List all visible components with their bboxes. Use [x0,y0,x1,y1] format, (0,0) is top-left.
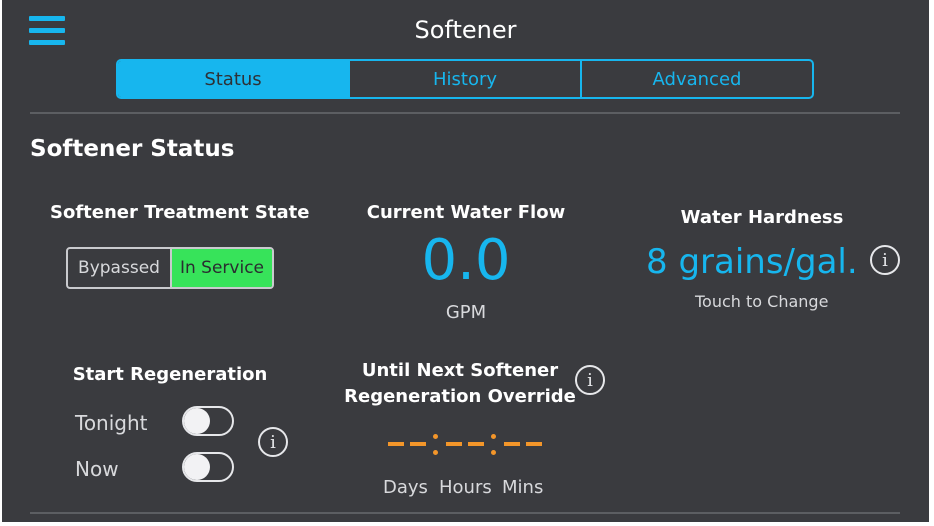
countdown-colon-dot [433,434,438,439]
countdown-dash [504,442,520,446]
info-icon[interactable]: i [258,427,288,457]
water-hardness-label: Water Hardness [680,207,844,228]
override-label-line1: Until Next Softener [361,360,559,381]
start-regeneration-label: Start Regeneration [72,364,268,385]
treatment-state-label: Softener Treatment State [50,202,310,223]
now-label: Now [75,457,119,481]
tonight-label: Tonight [75,411,148,435]
override-countdown [388,428,548,462]
water-flow-label: Current Water Flow [366,202,566,223]
tab-advanced[interactable]: Advanced [580,61,812,97]
bypassed-option[interactable]: Bypassed [68,249,172,287]
countdown-dash [446,442,462,446]
countdown-dash [388,442,404,446]
countdown-dash [468,442,484,446]
app-title: Softener [414,16,517,44]
countdown-colon-dot [491,434,496,439]
app-screen: Softener Status History Advanced Softene… [2,0,929,526]
treatment-state-control: Bypassed In Service [66,247,274,289]
header-divider [30,112,900,114]
countdown-colon-dot [491,450,496,455]
section-title: Softener Status [30,136,235,162]
countdown-dash [526,442,542,446]
tab-bar: Status History Advanced [116,59,814,99]
override-label-line2: Regeneration Override [344,386,576,407]
countdown-colon-dot [433,450,438,455]
touch-to-change-hint: Touch to Change [695,292,829,311]
now-toggle[interactable] [182,452,234,482]
tab-history[interactable]: History [348,61,580,97]
info-icon[interactable]: i [870,245,900,275]
water-flow-value: 0.0 [421,228,511,293]
countdown-dash [410,442,426,446]
countdown-hours-label: Hours [439,477,492,498]
in-service-option[interactable]: In Service [172,249,272,287]
tab-status[interactable]: Status [118,61,348,97]
countdown-mins-label: Mins [502,477,544,498]
water-flow-unit: GPM [445,302,487,323]
tonight-toggle[interactable] [182,406,234,436]
water-hardness-value[interactable]: 8 grains/gal. [646,242,858,282]
toggle-knob [184,408,210,434]
toggle-knob [184,454,210,480]
countdown-days-label: Days [383,477,428,498]
info-icon[interactable]: i [575,365,605,395]
footer-divider [30,512,900,514]
